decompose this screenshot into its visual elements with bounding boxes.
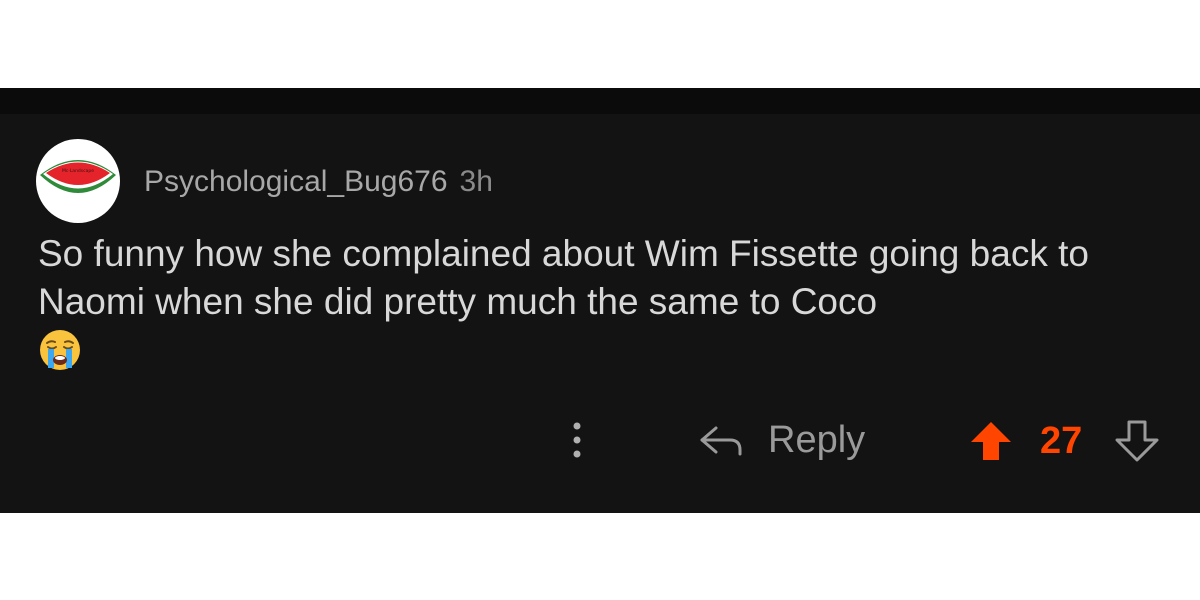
- author-username[interactable]: Psychological_Bug676: [144, 165, 448, 199]
- vote-count: 27: [1040, 420, 1083, 462]
- comment-card: Mc·Landscape Psychological_Bug676 3h So …: [0, 114, 1200, 513]
- vertical-ellipsis-icon[interactable]: [566, 418, 588, 462]
- loudly-crying-emoji-icon: [40, 330, 80, 370]
- reply-label: Reply: [768, 418, 866, 461]
- upvote-arrow-icon[interactable]: [968, 418, 1014, 464]
- comment-meta: Psychological_Bug676 3h: [144, 164, 493, 200]
- downvote-arrow-icon[interactable]: [1114, 418, 1160, 464]
- comment-text: So funny how she complained about Wim Fi…: [38, 233, 1089, 322]
- comment-action-bar: Reply 27: [0, 414, 1200, 466]
- top-divider-strip: [0, 88, 1200, 114]
- svg-text:Mc·Landscape: Mc·Landscape: [62, 168, 94, 174]
- reply-button[interactable]: Reply: [696, 414, 865, 466]
- reply-arrow-icon: [700, 426, 742, 456]
- comment-timestamp: 3h: [459, 165, 493, 198]
- comment-body: So funny how she complained about Wim Fi…: [38, 230, 1158, 372]
- user-avatar[interactable]: Mc·Landscape: [36, 139, 120, 223]
- watermelon-avatar-icon: Mc·Landscape: [40, 160, 116, 193]
